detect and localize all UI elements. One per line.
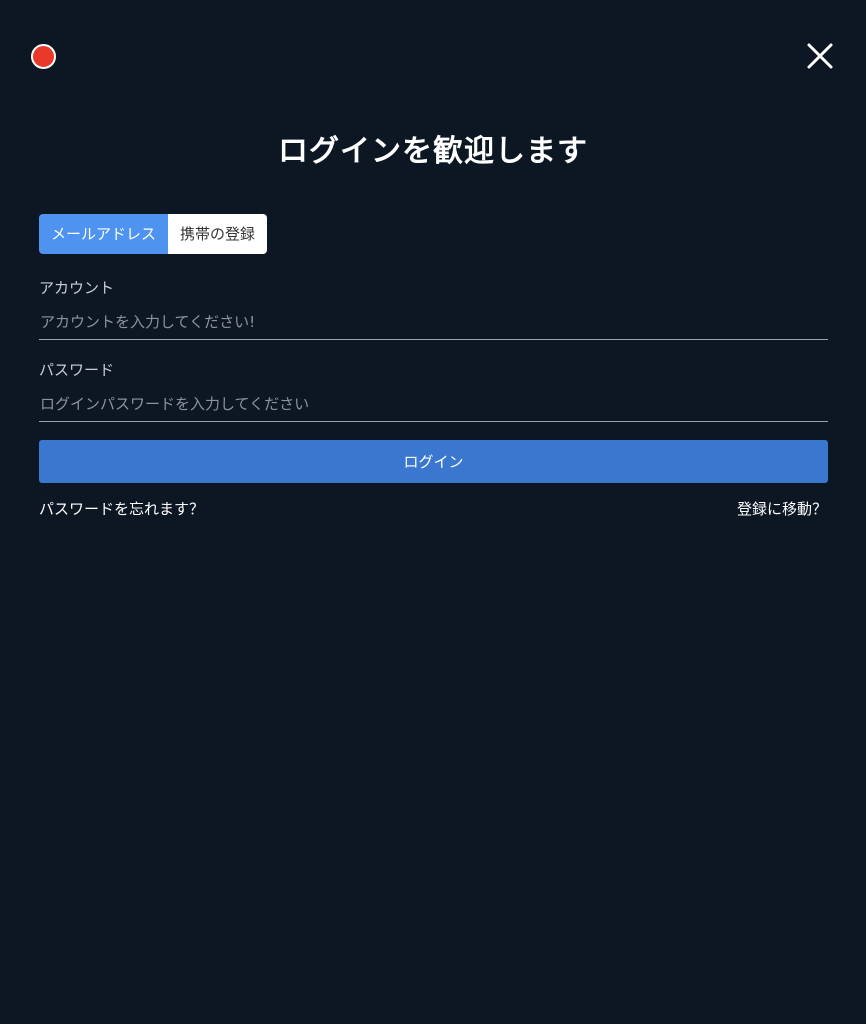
- close-button[interactable]: [806, 42, 834, 70]
- record-dot-icon: [31, 44, 56, 69]
- page-title: ログインを歓迎します: [278, 134, 588, 169]
- register-link[interactable]: 登録に移動？: [737, 499, 827, 519]
- close-icon: [807, 43, 833, 69]
- tab-email[interactable]: メールアドレス: [39, 214, 168, 254]
- login-button[interactable]: ログイン: [39, 440, 828, 483]
- password-label: パスワード: [39, 361, 115, 379]
- password-input[interactable]: [39, 386, 828, 422]
- tab-mobile[interactable]: 携帯の登録: [168, 214, 267, 254]
- account-label: アカウント: [39, 279, 115, 297]
- account-input[interactable]: [39, 304, 828, 340]
- login-method-tabs: メールアドレス 携帯の登録: [39, 214, 267, 254]
- forgot-password-link[interactable]: パスワードを忘れます？: [39, 499, 204, 519]
